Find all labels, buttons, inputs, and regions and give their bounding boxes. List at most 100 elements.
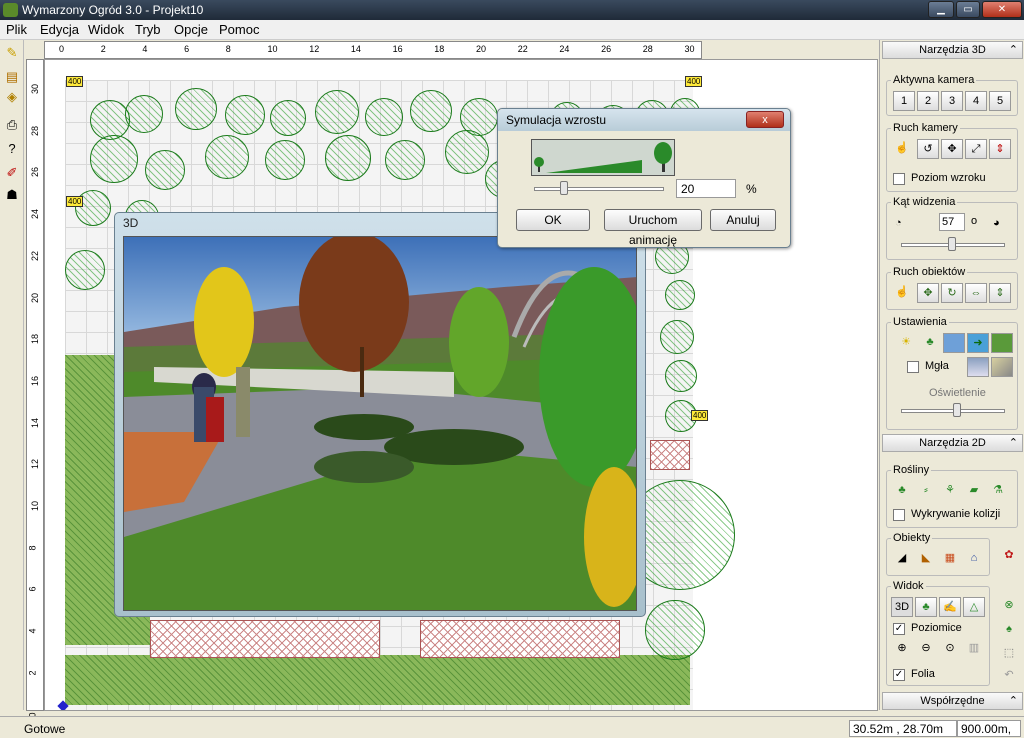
ruler-tick-label: 0 [59, 44, 65, 54]
zoom-out-icon[interactable]: ⊖ [915, 639, 937, 659]
fog-color-icon[interactable] [967, 357, 989, 377]
flower-icon[interactable]: ✿ [998, 546, 1020, 566]
single-plant-icon[interactable]: ⚘ [939, 481, 961, 501]
camera-rotate-icon[interactable]: ↺ [917, 139, 939, 159]
hedge-icon[interactable]: ♣ [891, 481, 913, 501]
eye-level-checkbox[interactable] [893, 173, 905, 185]
footprint-icon[interactable]: ☗ [3, 186, 21, 204]
growth-preview [531, 139, 675, 176]
view-3d-button[interactable]: 3D [891, 597, 913, 617]
camera-3-button[interactable]: 3 [941, 91, 963, 111]
camera-1-button[interactable]: 1 [893, 91, 915, 111]
zoom-in-icon[interactable]: ⊕ [891, 639, 913, 659]
view-measure-icon[interactable]: ✍ [939, 597, 961, 617]
zoom-fit-icon[interactable]: ⊙ [939, 639, 961, 659]
ruler-tick-label: 4 [142, 44, 148, 54]
object-move-group: Ruch obiektów ☝ ✥ ↻ ⇔ ⇕ [886, 266, 1018, 310]
terrain-icon[interactable] [991, 333, 1013, 353]
ruler-tick-label: 2 [27, 670, 38, 676]
path-tool-icon[interactable]: ◣ [915, 549, 937, 569]
view-3d-window[interactable]: 3D [114, 212, 646, 617]
foil-checkbox[interactable]: ✓ [893, 669, 905, 681]
sun-icon[interactable]: ☀ [895, 333, 917, 353]
menu-plik[interactable]: Plik [6, 22, 27, 37]
fog-checkbox[interactable] [907, 361, 919, 373]
lighting-icon[interactable] [991, 357, 1013, 377]
close-button[interactable]: ✕ [982, 1, 1022, 18]
view-3d-title: 3D [123, 216, 139, 230]
contours-label: Poziomice [911, 622, 962, 634]
menu-edycja[interactable]: Edycja [40, 22, 79, 37]
ruler-tick-label: 24 [559, 44, 570, 54]
view-3d-render[interactable] [123, 236, 637, 611]
chevron-up-icon: ⌃ [1008, 437, 1018, 449]
building-tool-icon[interactable]: ⌂ [963, 549, 985, 569]
collision-checkbox[interactable] [893, 509, 905, 521]
help-icon[interactable]: ? [3, 140, 21, 158]
select-area-icon[interactable]: ⬚ [998, 644, 1020, 664]
spray-icon[interactable]: ⚗ [987, 481, 1009, 501]
new-project-icon[interactable]: ✎ [3, 44, 21, 62]
object-rotate-icon[interactable]: ↻ [941, 283, 963, 303]
narrow-angle-icon: ◔ [895, 217, 902, 229]
coordinates-header[interactable]: Współrzędne ⌃ [882, 692, 1023, 710]
ruler-tick-label: 10 [267, 44, 278, 54]
menu-pomoc[interactable]: Pomoc [219, 22, 259, 37]
ruler-tick-label: 14 [30, 417, 41, 428]
camera-height-icon[interactable]: ⇕ [989, 139, 1011, 159]
tools-2d-header[interactable]: Narzędzia 2D ⌃ [882, 434, 1023, 452]
cancel-button[interactable]: Anuluj [710, 209, 776, 231]
dialog-close-button[interactable]: x [746, 111, 784, 128]
view-plants-icon[interactable]: ♣ [915, 597, 937, 617]
object-pointer-icon[interactable]: ☝ [891, 283, 913, 303]
tools-3d-header[interactable]: Narzędzia 3D ⌃ [882, 41, 1023, 59]
lawn-tool-icon[interactable]: ▰ [963, 481, 985, 501]
undo-icon[interactable]: ↶ [998, 666, 1020, 686]
dimension-label: 400 [685, 76, 703, 87]
contours-checkbox[interactable]: ✓ [893, 623, 905, 635]
grid-icon[interactable]: ▥ [963, 639, 985, 659]
menu-tryb[interactable]: Tryb [135, 22, 161, 37]
camera-pan-icon[interactable]: ✥ [941, 139, 963, 159]
object-height-icon[interactable]: ⇕ [989, 283, 1011, 303]
camera-3-label: 3 [948, 95, 956, 107]
terrain-tool-icon[interactable]: ◢ [891, 549, 913, 569]
camera-walk-icon[interactable]: ⤢ [965, 139, 987, 159]
object-scale-icon[interactable]: ⇔ [965, 283, 987, 303]
lighting-slider-thumb[interactable] [953, 403, 961, 417]
view-angle-slider-thumb[interactable] [947, 237, 956, 251]
sky-icon[interactable] [943, 333, 965, 353]
growth-preview-graphic [534, 142, 672, 173]
tree-canopy [205, 135, 249, 179]
edit-tool-icon[interactable]: ✐ [3, 164, 21, 182]
plant-row-icon[interactable]: ⸗ [915, 481, 937, 501]
plant-texture-icon[interactable]: ♣ [919, 333, 941, 353]
view-angle-input[interactable]: 57 [939, 213, 965, 231]
compass-icon[interactable]: ⊗ [998, 596, 1020, 616]
ruler-tick-label: 18 [30, 334, 41, 345]
arrow-right-icon[interactable]: ➜ [967, 333, 989, 353]
growth-slider[interactable] [534, 187, 664, 191]
menu-opcje[interactable]: Opcje [174, 22, 208, 37]
maximize-button[interactable]: ▭ [956, 1, 980, 18]
minimize-button[interactable]: ▁ [928, 1, 954, 18]
ruler-tick-label: 10 [30, 500, 41, 512]
open-project-icon[interactable]: ▤ [3, 68, 21, 86]
print-icon[interactable]: ⎙ [3, 116, 21, 134]
ok-button[interactable]: OK [516, 209, 590, 231]
camera-4-button[interactable]: 4 [965, 91, 987, 111]
object-move-icon[interactable]: ✥ [917, 283, 939, 303]
view-shapes-icon[interactable]: △ [963, 597, 985, 617]
tree-canopy [315, 90, 359, 134]
pointer-icon[interactable]: ☝ [891, 139, 913, 159]
camera-5-button[interactable]: 5 [989, 91, 1011, 111]
save-project-icon[interactable]: ◈ [3, 88, 21, 106]
growth-slider-thumb[interactable] [560, 181, 568, 195]
menu-widok[interactable]: Widok [88, 22, 124, 37]
camera-2-button[interactable]: 2 [917, 91, 939, 111]
paving-tool-icon[interactable]: ▦ [939, 549, 961, 569]
animate-button[interactable]: Uruchom animację [604, 209, 702, 247]
ruler-tick-label: 22 [517, 44, 528, 54]
growth-value-field[interactable]: 20 [676, 179, 736, 198]
tree-icon[interactable]: ♠ [998, 620, 1020, 640]
